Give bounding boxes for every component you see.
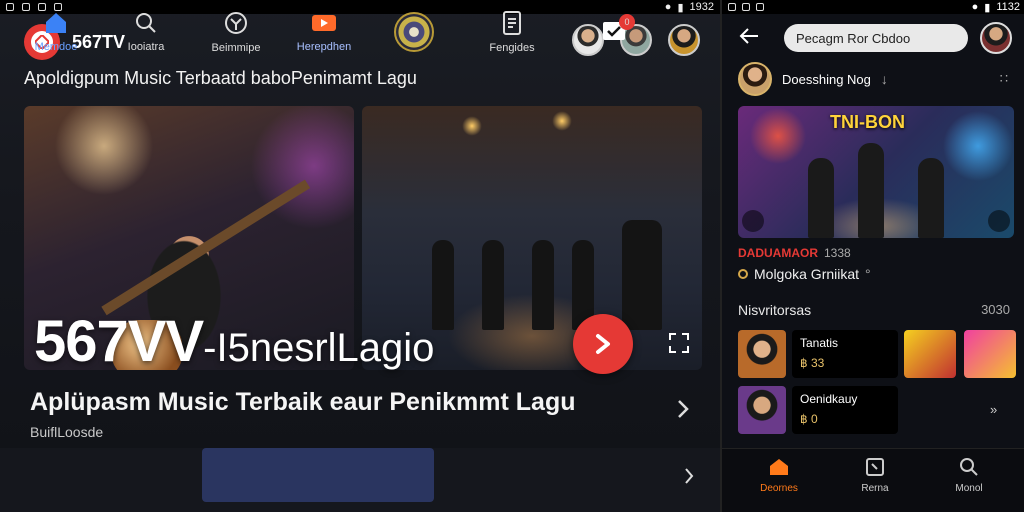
notification-badge: 0 xyxy=(619,13,635,30)
nav-item-recent[interactable]: Rerna xyxy=(840,457,910,494)
rec-thumbnail[interactable] xyxy=(738,386,786,434)
nav-item-home[interactable]: Memdoe xyxy=(28,0,84,64)
channel-avatar[interactable] xyxy=(738,62,772,96)
status-time: 1932 xyxy=(689,1,714,13)
back-arrow-icon[interactable] xyxy=(738,26,760,46)
battery-icon: ▮ xyxy=(984,1,991,14)
notification-icon xyxy=(6,3,14,11)
featured-title: TNI-BON xyxy=(830,112,905,132)
user-avatars xyxy=(572,24,700,56)
document-icon xyxy=(503,11,521,35)
list-item[interactable]: Oenidkauy ฿ 0 » xyxy=(738,386,1014,434)
notification-icon xyxy=(756,3,764,11)
battery-icon: ▮ xyxy=(677,1,684,14)
song-title: Aplüpasm Music Terbaik eaur Penikmmt Lag… xyxy=(30,388,576,416)
search-icon xyxy=(136,13,156,33)
rec-thumbnail[interactable] xyxy=(738,330,786,378)
main-panel: ● ▮ 1932 567TV Apoldigpum Music Terbaatd… xyxy=(0,0,720,512)
nav-item-inbox[interactable]: 0 xyxy=(594,0,635,64)
hero-overlay-title: 567VV-I5nesrlLagio xyxy=(34,309,435,374)
channel-name: Doesshing Nog xyxy=(782,71,871,87)
mini-player-icon[interactable] xyxy=(742,210,764,232)
side-panel: ● ▮ 1132 Pecagm Ror Cbdoo Doesshing Nog … xyxy=(720,0,1024,512)
video-channel: Molgoka Grniikat ° xyxy=(738,266,871,282)
more-icon[interactable]: ∷ xyxy=(1000,71,1010,87)
rec-card[interactable]: Tanatis ฿ 33 xyxy=(792,330,898,378)
nav-item-search[interactable]: Monol xyxy=(934,457,1004,494)
wifi-icon: ● xyxy=(664,1,672,13)
nav-item-home[interactable]: Deornes xyxy=(744,457,814,494)
rec-card[interactable]: Oenidkauy ฿ 0 xyxy=(792,386,898,434)
mini-player-icon[interactable] xyxy=(988,210,1010,232)
channel-row[interactable]: Doesshing Nog ↓ ∷ xyxy=(738,62,1010,96)
status-bar: ● ▮ 1132 xyxy=(722,0,1024,14)
nav-item-discover[interactable]: Beimmipe xyxy=(204,0,268,64)
home-icon xyxy=(770,459,788,475)
status-time: 1132 xyxy=(996,1,1020,13)
song-artist: BuiflLoosde xyxy=(30,424,104,440)
nav-item-disc[interactable] xyxy=(390,0,438,64)
search-icon xyxy=(960,458,978,476)
notification-icon xyxy=(742,3,750,11)
video-icon xyxy=(312,15,336,31)
page-subtitle: Apoldigpum Music Terbaatd baboPenimamt L… xyxy=(24,68,417,88)
fast-forward-icon[interactable]: » xyxy=(990,402,997,417)
play-button[interactable] xyxy=(573,314,633,374)
nav-item-search[interactable]: Iooiatra xyxy=(118,0,174,64)
chevron-right-icon[interactable] xyxy=(674,398,692,420)
discover-icon xyxy=(225,12,247,34)
avatar[interactable] xyxy=(668,24,700,56)
chevron-right-icon[interactable] xyxy=(682,466,696,486)
video-meta: DADUAMAOR 1338 xyxy=(738,246,851,260)
notification-icon xyxy=(728,3,736,11)
avatar[interactable] xyxy=(980,22,1012,54)
nav-item-videos[interactable]: Herepdhen xyxy=(290,0,358,64)
disc-icon xyxy=(394,12,434,52)
search-input[interactable]: Pecagm Ror Cbdoo xyxy=(784,24,968,52)
download-icon[interactable]: ↓ xyxy=(881,71,888,87)
wifi-icon: ● xyxy=(971,1,979,13)
list-item[interactable]: Tanatis ฿ 33 xyxy=(738,330,1016,378)
coin-icon xyxy=(738,269,748,279)
play-icon xyxy=(596,334,610,354)
home-icon xyxy=(46,13,66,33)
rec-tile[interactable] xyxy=(964,330,1016,378)
featured-video-thumbnail[interactable]: TNI-BON xyxy=(738,106,1014,238)
nav-item-documents[interactable]: Fengides xyxy=(482,0,542,64)
clock-icon xyxy=(866,458,884,476)
bottom-nav: Deornes Rerna Monol xyxy=(722,448,1024,512)
rec-tile[interactable] xyxy=(904,330,956,378)
nav-highlight xyxy=(202,448,434,502)
fullscreen-icon[interactable] xyxy=(668,332,690,354)
section-header: Nisvritorsas 3030 xyxy=(738,302,1010,318)
section-title: Nisvritorsas xyxy=(738,302,812,318)
section-count: 3030 xyxy=(981,302,1010,317)
